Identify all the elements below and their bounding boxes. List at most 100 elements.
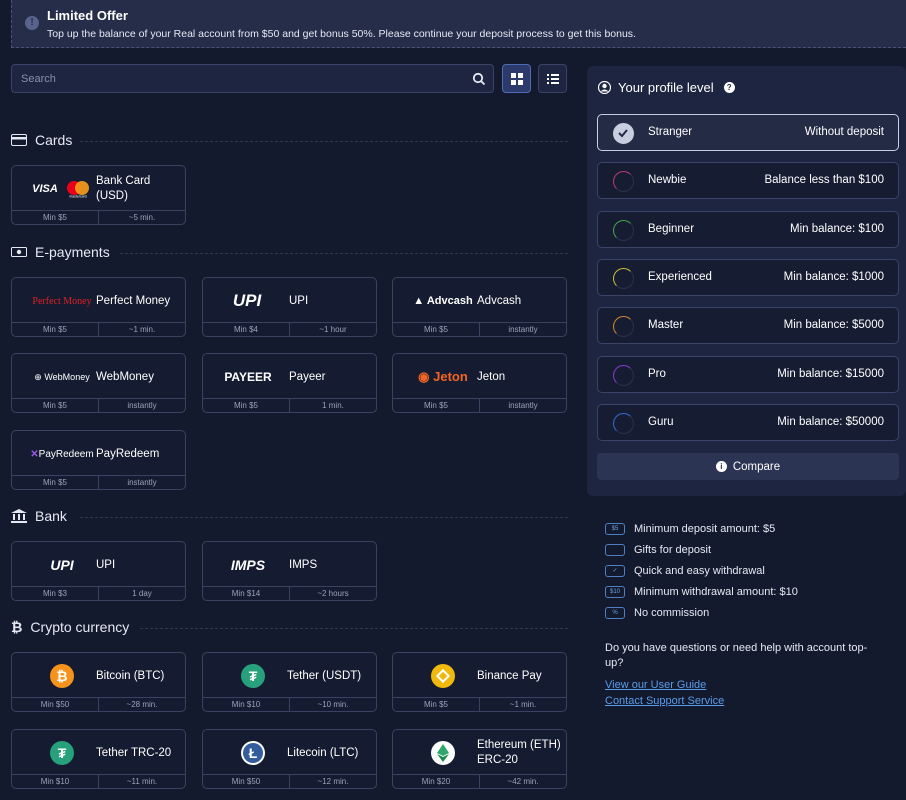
method-usdt[interactable]: ₮ Tether (USDT) Min $10 ~10 min. — [202, 652, 377, 712]
feature-text: Gifts for deposit — [634, 543, 712, 556]
method-eth[interactable]: Ethereum (ETH) ERC-20 Min $20 ~42 min. — [392, 729, 567, 789]
list-view-button[interactable] — [538, 64, 567, 93]
level-ring-icon — [613, 171, 634, 193]
level-master[interactable]: Master Min balance: $5000 — [597, 307, 899, 345]
level-newbie[interactable]: Newbie Balance less than $100 — [597, 162, 899, 200]
help-icon[interactable]: ? — [723, 82, 735, 93]
min-amount: Min $5 — [12, 211, 99, 224]
divider — [80, 517, 568, 518]
list-icon — [547, 74, 559, 84]
min-amount: Min $5 — [393, 323, 480, 336]
min-amount: Min $14 — [203, 587, 290, 600]
time: ~28 min. — [126, 700, 158, 709]
level-requirement: Min balance: $1000 — [783, 270, 884, 283]
search-box — [11, 64, 494, 93]
method-trc20[interactable]: ₮ Tether TRC-20 Min $10 ~11 min. — [11, 729, 186, 789]
section-epayments: E-payments — [11, 244, 110, 260]
min-amount: Min $50 — [12, 698, 99, 711]
method-payeer[interactable]: PAYEER Payeer Min $5 1 min. — [202, 353, 377, 413]
method-binance[interactable]: Binance Pay Min $5 ~1 min. — [392, 652, 567, 712]
time: ~2 hours — [317, 589, 349, 598]
feature-item: $5 Minimum deposit amount: $5 — [605, 518, 798, 539]
level-beginner[interactable]: Beginner Min balance: $100 — [597, 210, 899, 248]
method-jeton[interactable]: ◉ Jeton Jeton Min $5 instantly — [392, 353, 567, 413]
binance-icon — [407, 664, 479, 688]
payredeem-logo: ✕PayRedeem — [30, 448, 94, 460]
level-name: Stranger — [648, 126, 693, 138]
level-requirement: Min balance: $15000 — [777, 367, 884, 380]
level-ring-icon — [613, 219, 634, 241]
level-ring-icon — [613, 267, 634, 289]
limited-offer-banner: ! Limited Offer Top up the balance of yo… — [11, 0, 906, 48]
compare-button[interactable]: i Compare — [597, 453, 899, 480]
time: ~1 hour — [319, 325, 347, 334]
method-advcash[interactable]: ▲ Advcash Advcash Min $5 instantly — [392, 277, 567, 337]
min-amount: Min $5 — [393, 698, 480, 711]
method-imps[interactable]: IMPS IMPS Min $14 ~2 hours — [202, 541, 377, 601]
method-name: Payeer — [289, 370, 326, 383]
section-crypto: ₿ Crypto currency — [11, 619, 129, 635]
tether-icon: ₮ — [26, 741, 98, 765]
method-perfect-money[interactable]: Perfect Money Perfect Money Min $5 ~1 min… — [11, 277, 186, 337]
visa-mastercard-logo: VISA mastercard — [26, 178, 98, 200]
search-input[interactable] — [12, 65, 467, 92]
time: instantly — [127, 401, 157, 410]
level-guru[interactable]: Guru Min balance: $50000 — [597, 403, 899, 441]
feature-text: Minimum withdrawal amount: $10 — [634, 585, 798, 598]
level-ring-icon — [613, 364, 634, 386]
grid-view-button[interactable] — [502, 64, 531, 93]
divider — [80, 141, 568, 142]
method-name: Bank Card (USD) — [96, 175, 151, 202]
tether-icon: ₮ — [217, 664, 289, 688]
time: ~12 min. — [317, 777, 349, 786]
svg-text:₿: ₿ — [56, 668, 67, 684]
level-stranger[interactable]: Stranger Without deposit — [597, 114, 899, 151]
method-bank-upi[interactable]: UPI UPI Min $3 1 day — [11, 541, 186, 601]
help-question: Do you have questions or need help with … — [605, 642, 868, 669]
method-ltc[interactable]: Ł Litecoin (LTC) Min $50 ~12 min. — [202, 729, 377, 789]
feature-icon: ✓ — [605, 564, 625, 577]
section-title: Cards — [35, 132, 73, 148]
level-name: Beginner — [648, 222, 695, 235]
method-name: Advcash — [477, 294, 522, 307]
feature-text: Quick and easy withdrawal — [634, 564, 765, 577]
method-payredeem[interactable]: ✕PayRedeem PayRedeem Min $5 instantly — [11, 430, 186, 490]
upi-logo: UPI — [232, 291, 262, 310]
method-upi[interactable]: UPI UPI Min $4 ~1 hour — [202, 277, 377, 337]
banner-title: Limited Offer — [47, 8, 128, 23]
section-title: Crypto currency — [30, 619, 130, 635]
min-amount: Min $5 — [12, 399, 99, 412]
support-link[interactable]: Contact Support Service — [605, 695, 724, 707]
min-amount: Min $5 — [203, 399, 290, 412]
credit-card-icon — [11, 134, 27, 146]
time: instantly — [508, 401, 538, 410]
time: instantly — [508, 325, 538, 334]
user-guide-link[interactable]: View our User Guide — [605, 679, 706, 691]
level-name: Guru — [648, 415, 674, 428]
profile-level-panel: Your profile level ? Stranger Without dep… — [587, 66, 906, 496]
level-experienced[interactable]: Experienced Min balance: $1000 — [597, 258, 899, 296]
min-amount: Min $50 — [203, 775, 290, 788]
panel-title: Your profile level ? — [598, 80, 735, 95]
feature-icon — [605, 543, 625, 556]
feature-icon: $10 — [605, 585, 625, 598]
min-amount: Min $20 — [393, 775, 480, 788]
section-title: Bank — [35, 508, 67, 524]
section-title: E-payments — [35, 244, 110, 260]
level-name: Experienced — [648, 270, 712, 283]
search-icon[interactable] — [472, 72, 486, 86]
divider — [140, 628, 568, 629]
level-pro[interactable]: Pro Min balance: $15000 — [597, 355, 899, 393]
section-bank: Bank — [11, 508, 67, 524]
feature-icon: $5 — [605, 522, 625, 535]
method-bank-card[interactable]: VISA mastercard Bank Card (USD) Min $5 ~5… — [11, 165, 186, 225]
svg-text:mastercard: mastercard — [69, 195, 87, 199]
bitcoin-icon: ₿ — [26, 664, 98, 688]
level-name: Newbie — [648, 174, 687, 187]
method-webmoney[interactable]: ⊕ WebMoney WebMoney Min $5 instantly — [11, 353, 186, 413]
svg-text:₮: ₮ — [249, 668, 258, 684]
method-name: Perfect Money — [96, 294, 171, 307]
time: 1 min. — [322, 401, 344, 410]
level-requirement: Min balance: $5000 — [783, 319, 884, 332]
method-btc[interactable]: ₿ Bitcoin (BTC) Min $50 ~28 min. — [11, 652, 186, 712]
